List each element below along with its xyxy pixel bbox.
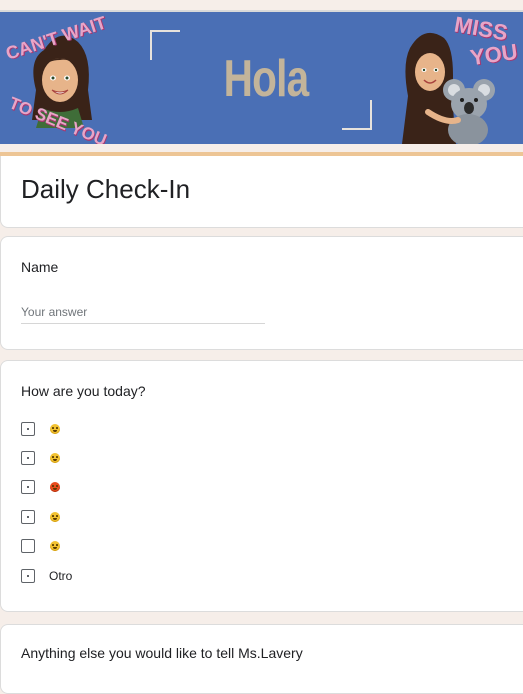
other-option-label: Otro	[49, 569, 73, 583]
checkbox[interactable]	[21, 539, 35, 553]
woozy-face-icon	[50, 541, 60, 551]
tears-of-joy-icon	[50, 453, 60, 463]
frame-corner-top-left	[150, 30, 180, 60]
mood-option-2[interactable]	[21, 448, 60, 468]
form-title-card: Daily Check-In	[0, 156, 523, 228]
form-title: Daily Check-In	[21, 174, 191, 204]
checkbox[interactable]	[21, 422, 35, 436]
question-card-mood: How are you today? Otro	[0, 360, 523, 612]
question-card-name: Name	[0, 236, 523, 350]
name-answer-input[interactable]	[21, 301, 265, 324]
mood-option-3[interactable]	[21, 477, 60, 497]
mood-option-4[interactable]	[21, 507, 60, 527]
checkbox[interactable]	[21, 480, 35, 494]
checkbox[interactable]	[21, 569, 35, 583]
mood-option-other[interactable]: Otro	[21, 566, 72, 586]
banner-title: Hola clase!	[211, 50, 322, 144]
angry-face-icon	[50, 482, 60, 492]
question-card-anything-else: Anything else you would like to tell Ms.…	[0, 624, 523, 694]
question-label-name: Name	[21, 259, 59, 275]
question-label-mood: How are you today?	[21, 383, 146, 399]
checkbox[interactable]	[21, 510, 35, 524]
miss-you-bitmoji-image: MISS YOU	[398, 12, 523, 144]
mood-option-5[interactable]	[21, 536, 60, 556]
question-label-anything-else: Anything else you would like to tell Ms.…	[21, 645, 303, 661]
header-banner: CAN'T WAIT TO SEE YOU Hola clase! MISS Y…	[0, 10, 523, 144]
cant-wait-bitmoji-image: CAN'T WAIT TO SEE YOU	[3, 12, 116, 144]
hot-face-icon	[50, 512, 60, 522]
checkbox[interactable]	[21, 451, 35, 465]
mood-option-1[interactable]	[21, 419, 60, 439]
grinning-face-icon	[50, 424, 60, 434]
